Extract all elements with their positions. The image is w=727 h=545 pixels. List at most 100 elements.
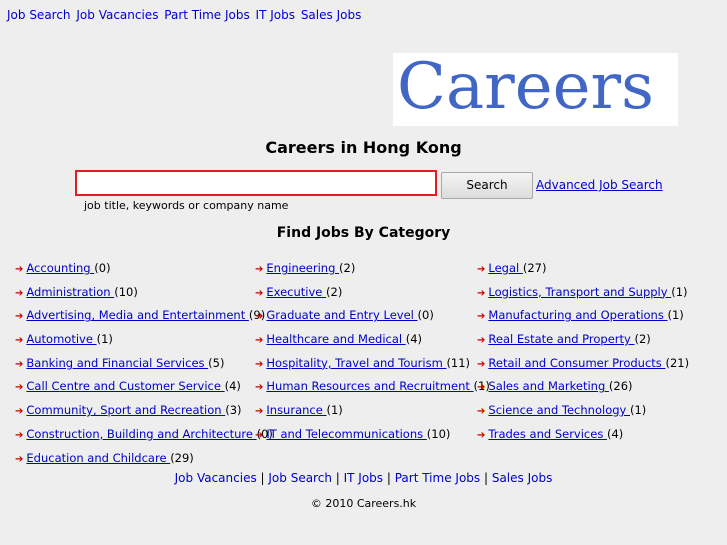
search-input[interactable] [75, 170, 437, 196]
category-link[interactable]: Administration [26, 285, 114, 299]
arrow-right-icon: ➔ [477, 335, 486, 347]
nav-link-part-time-jobs[interactable]: Part Time Jobs [164, 8, 249, 22]
category-link[interactable]: Science and Technology [488, 403, 630, 417]
footer-separator: | [480, 471, 492, 485]
footer-link[interactable]: Part Time Jobs [395, 471, 480, 485]
category-link[interactable]: Logistics, Transport and Supply [488, 285, 671, 299]
footer-link[interactable]: Job Search [268, 471, 332, 485]
category-link[interactable]: Advertising, Media and Entertainment [26, 308, 249, 322]
arrow-right-icon: ➔ [255, 264, 264, 275]
page-title: Careers in Hong Kong [265, 138, 462, 157]
category-link[interactable]: Education and Childcare [26, 451, 170, 465]
category-link[interactable]: Real Estate and Property [488, 332, 634, 346]
category-item: ➔ Engineering (2) [255, 261, 490, 285]
category-item: ➔ Sales and Marketing (26) [477, 379, 689, 403]
category-count: (4) [405, 332, 423, 347]
category-column-1: ➔ Accounting (0) ➔ Administration (10) ➔ Adve… [15, 261, 273, 474]
nav-link-sales-jobs[interactable]: Sales Jobs [301, 8, 362, 22]
category-item: ➔ Logistics, Transport and Supply (1) [477, 285, 689, 309]
arrow-right-icon: ➔ [255, 406, 264, 418]
category-link[interactable]: Community, Sport and Recreation [26, 403, 225, 417]
search-hint: job title, keywords or company name [84, 199, 289, 212]
logo-text: Careers [397, 53, 654, 124]
footer-link[interactable]: Sales Jobs [492, 471, 553, 485]
footer-link[interactable]: IT Jobs [344, 471, 383, 485]
category-link[interactable]: IT and Telecommunications [266, 427, 426, 441]
category-item: ➔ Retail and Consumer Products (21) [477, 356, 689, 380]
category-link[interactable]: Insurance [266, 403, 326, 417]
category-item: ➔ Trades and Services (4) [477, 427, 689, 451]
category-link[interactable]: Automotive [26, 332, 96, 346]
arrow-right-icon: ➔ [477, 287, 486, 299]
careers-logo: Careers [393, 53, 678, 126]
category-count: (26) [608, 379, 633, 394]
category-link[interactable]: Retail and Consumer Products [488, 356, 665, 370]
arrow-right-icon: ➔ [15, 429, 24, 441]
category-link[interactable]: Sales and Marketing [488, 379, 609, 393]
arrow-right-icon: ➔ [477, 264, 486, 275]
nav-link-job-vacancies[interactable]: Job Vacancies [76, 8, 158, 22]
category-item: ➔ Legal (27) [477, 261, 689, 285]
category-item: ➔ Graduate and Entry Level (0) [255, 308, 490, 332]
advanced-search-link[interactable]: Advanced Job Search [536, 178, 663, 192]
copyright: © 2010 Careers.hk [310, 497, 417, 510]
category-link[interactable]: Healthcare and Medical [266, 332, 405, 346]
category-column-2: ➔ Engineering (2) ➔ Executive (2) ➔ Graduate … [255, 261, 490, 451]
category-item: ➔ Healthcare and Medical (4) [255, 332, 490, 356]
category-link[interactable]: Graduate and Entry Level [266, 308, 417, 322]
arrow-right-icon: ➔ [15, 335, 24, 347]
category-count: (1) [630, 403, 647, 418]
category-item: ➔ Science and Technology (1) [477, 403, 689, 427]
category-link[interactable]: Trades and Services [488, 427, 607, 441]
arrow-right-icon: ➔ [477, 311, 486, 323]
footer-link[interactable]: Job Vacancies [175, 471, 257, 485]
category-count: (2) [634, 332, 651, 347]
category-link[interactable]: Accounting [26, 261, 94, 275]
category-item: ➔ Call Centre and Customer Service (4) [15, 379, 273, 403]
category-count: (1) [667, 308, 684, 323]
category-item: ➔ Manufacturing and Operations (1) [477, 308, 689, 332]
category-count: (2) [326, 284, 343, 299]
category-item: ➔ IT and Telecommunications (10) [255, 427, 490, 451]
category-link[interactable]: Legal [488, 261, 522, 275]
category-item: ➔ Real Estate and Property (2) [477, 332, 689, 356]
nav-link-it-jobs[interactable]: IT Jobs [256, 8, 295, 22]
category-item: ➔ Administration (10) [15, 285, 273, 309]
arrow-right-icon: ➔ [15, 382, 24, 394]
nav-link-job-search[interactable]: Job Search [7, 8, 71, 22]
category-item: ➔ Construction, Building and Architecture… [15, 427, 273, 451]
arrow-right-icon: ➔ [255, 382, 264, 394]
category-link[interactable]: Engineering [266, 261, 339, 275]
arrow-right-icon: ➔ [477, 406, 486, 418]
category-link[interactable]: Human Resources and Recruitment [266, 379, 473, 393]
category-item: ➔ Community, Sport and Recreation (3) [15, 403, 273, 427]
category-section-title: Find Jobs By Category [276, 225, 451, 241]
category-count: (29) [170, 450, 194, 465]
category-link[interactable]: Call Centre and Customer Service [26, 379, 224, 393]
arrow-right-icon: ➔ [15, 453, 24, 465]
category-item: ➔ Advertising, Media and Entertainment (9… [15, 308, 273, 332]
category-count: (5) [208, 355, 225, 370]
footer-separator: | [383, 471, 395, 485]
category-item: ➔ Hospitality, Travel and Tourism (11) [255, 356, 490, 380]
arrow-right-icon: ➔ [255, 335, 264, 347]
category-item: ➔ Executive (2) [255, 285, 490, 309]
category-link[interactable]: Construction, Building and Architecture [26, 427, 256, 441]
category-item: ➔ Insurance (1) [255, 403, 490, 427]
category-count: (1) [671, 284, 688, 299]
category-count: (27) [522, 261, 547, 275]
category-link[interactable]: Executive [266, 285, 326, 299]
arrow-right-icon: ➔ [477, 382, 486, 394]
category-item: ➔ Accounting (0) [15, 261, 273, 285]
category-count: (11) [446, 355, 471, 370]
category-count: (2) [339, 261, 356, 275]
top-navigation: Job Search Job Vacancies Part Time Jobs … [7, 8, 363, 22]
category-link[interactable]: Manufacturing and Operations [488, 308, 667, 322]
arrow-right-icon: ➔ [477, 429, 486, 441]
footer-separator: | [256, 471, 269, 485]
arrow-right-icon: ➔ [255, 287, 264, 299]
search-button[interactable]: Search [441, 172, 533, 199]
category-link[interactable]: Hospitality, Travel and Tourism [266, 356, 446, 370]
category-link[interactable]: Banking and Financial Services [26, 356, 208, 370]
arrow-right-icon: ➔ [15, 358, 24, 370]
